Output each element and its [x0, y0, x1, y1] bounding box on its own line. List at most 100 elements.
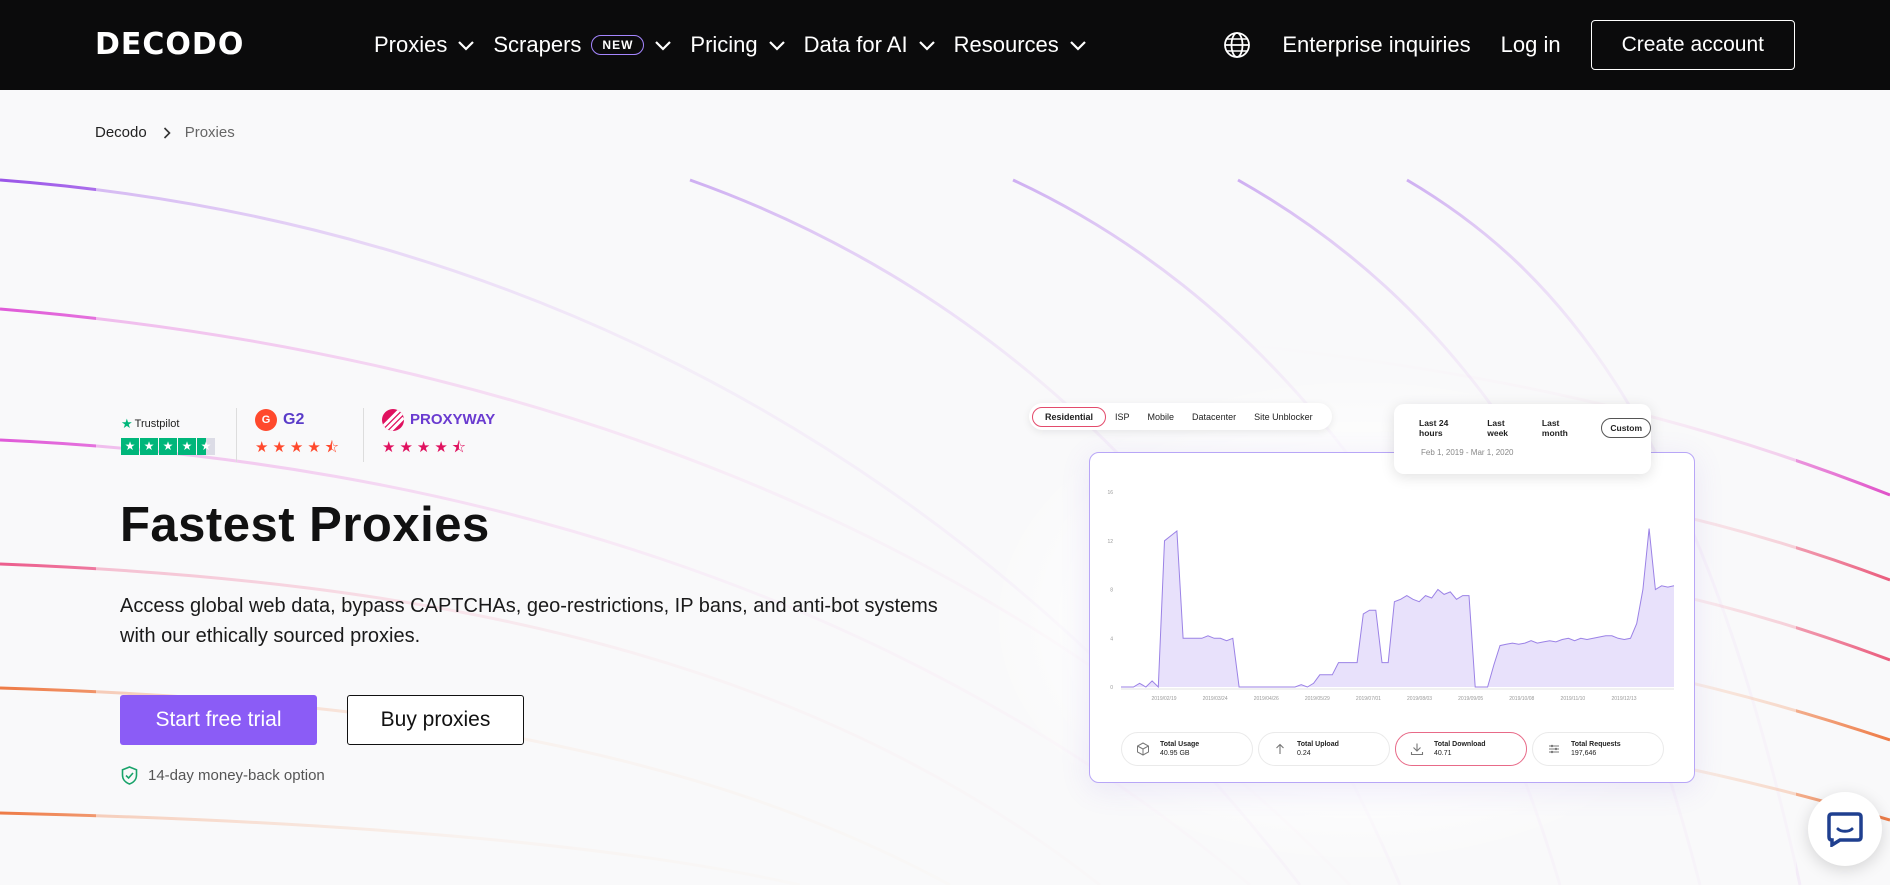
x-tick-label: 2019/09/05 [1458, 696, 1483, 702]
proxyway-stars: ★★★★⯪ [382, 438, 470, 456]
usage-area [1121, 528, 1674, 687]
shield-check-icon [121, 766, 138, 785]
main-menu: Proxies Scrapers NEW Pricing Data for AI… [374, 0, 1105, 90]
stat-total-requests[interactable]: Total Requests 197,646 [1532, 732, 1664, 766]
stat-total-usage[interactable]: Total Usage 40.95 GB [1121, 732, 1253, 766]
tab-mobile[interactable]: Mobile [1139, 407, 1184, 427]
menu-pricing[interactable]: Pricing [690, 32, 785, 58]
menu-proxies[interactable]: Proxies [374, 32, 475, 58]
page-title: Fastest Proxies [120, 498, 490, 552]
star-icon: ★ [159, 437, 177, 455]
chevron-right-icon [163, 126, 171, 139]
breadcrumb-current: Proxies [184, 124, 235, 141]
chevron-down-icon [458, 41, 475, 51]
chevron-down-icon [768, 41, 785, 51]
create-account-button[interactable]: Create account [1590, 20, 1795, 70]
y-tick-label: 4 [1110, 636, 1113, 642]
stat-value: 40.95 GB [1160, 750, 1190, 757]
chevron-down-icon [918, 41, 935, 51]
star-icon: ★ [121, 437, 139, 455]
stat-label: Total Usage [1160, 741, 1200, 748]
requests-icon [1549, 744, 1559, 754]
stat-label: Total Upload [1297, 741, 1339, 748]
stat-value: 197,646 [1571, 750, 1597, 757]
range-last-24-hours[interactable]: Last 24 hours [1419, 418, 1470, 438]
y-tick-label: 12 [1107, 539, 1113, 545]
trustpilot-stars: ★ ★ ★ ★ ★ [121, 437, 216, 455]
review-ratings: ★ Trustpilot ★ ★ ★ ★ ★ G G2 ★★★★⯪ PROXYW… [121, 408, 495, 462]
enterprise-inquiries-link[interactable]: Enterprise inquiries [1282, 32, 1470, 58]
x-tick-label: 2019/03/24 [1203, 696, 1228, 702]
buy-proxies-button[interactable]: Buy proxies [347, 695, 524, 745]
y-tick-label: 0 [1110, 685, 1113, 691]
money-back-note: 14-day money-back option [121, 766, 325, 785]
g2-rating[interactable]: G G2 ★★★★⯪ [255, 408, 343, 462]
proxy-type-tabs: Residential ISP Mobile Datacenter Site U… [1029, 403, 1332, 430]
menu-pricing-label: Pricing [690, 32, 758, 57]
y-tick-label: 8 [1110, 588, 1113, 594]
stat-value: 0.24 [1297, 750, 1311, 757]
top-nav: DECODO Proxies Scrapers NEW Pricing Data… [0, 0, 1890, 90]
x-tick-label: 2019/10/08 [1509, 696, 1534, 702]
stat-label: Total Requests [1571, 741, 1621, 748]
stat-total-download[interactable]: Total Download 40.71 [1395, 732, 1527, 766]
menu-resources[interactable]: Resources [954, 32, 1087, 58]
tab-site-unblocker[interactable]: Site Unblocker [1245, 407, 1322, 427]
stat-label: Total Download [1434, 741, 1486, 748]
breadcrumb-home[interactable]: Decodo [95, 124, 147, 141]
login-link[interactable]: Log in [1501, 32, 1561, 58]
download-icon [1410, 743, 1424, 756]
trustpilot-label: Trustpilot [134, 417, 180, 430]
stats-row: Total Usage 40.95 GB Total Upload 0.24 T… [1121, 732, 1669, 766]
menu-data-for-ai[interactable]: Data for AI [804, 32, 936, 58]
range-custom[interactable]: Custom [1601, 418, 1651, 438]
x-tick-label: 2019/04/26 [1254, 696, 1279, 702]
proxyway-logo-icon [382, 408, 404, 431]
range-last-week[interactable]: Last week [1487, 418, 1525, 438]
g2-label: G2 [283, 410, 305, 428]
cube-icon [1137, 742, 1149, 756]
tab-residential[interactable]: Residential [1032, 406, 1107, 427]
nav-actions: Enterprise inquiries Log in Create accou… [1222, 19, 1795, 71]
y-tick-label: 16 [1107, 490, 1113, 496]
chat-widget-button[interactable] [1808, 792, 1882, 866]
usage-chart: 0 4 8 12 16 2019/02/19 2019/03/24 2019/04/26 201… [1107, 490, 1675, 702]
menu-data-for-ai-label: Data for AI [803, 32, 908, 57]
stat-total-upload[interactable]: Total Upload 0.24 [1258, 732, 1390, 766]
date-range-text: Feb 1, 2019 - Mar 1, 2020 [1421, 448, 1514, 457]
chevron-down-icon [655, 41, 672, 51]
new-badge: NEW [591, 35, 645, 55]
x-tick-label: 2019/11/10 [1561, 696, 1586, 702]
divider [236, 408, 237, 462]
decodo-logo[interactable]: DECODO [95, 26, 245, 62]
range-last-month[interactable]: Last month [1542, 418, 1584, 438]
chat-icon [1827, 812, 1863, 847]
trustpilot-rating[interactable]: ★ Trustpilot ★ ★ ★ ★ ★ [121, 416, 216, 455]
menu-proxies-label: Proxies [374, 32, 448, 57]
trustpilot-star-icon: ★ [121, 415, 133, 431]
star-icon: ★ [140, 437, 158, 455]
start-free-trial-button[interactable]: Start free trial [120, 695, 317, 745]
chevron-down-icon [1069, 41, 1086, 51]
logo-text: DECODO [95, 26, 245, 62]
menu-resources-label: Resources [953, 32, 1059, 57]
proxyway-label: PROXYWAY [410, 411, 496, 428]
proxyway-rating[interactable]: PROXYWAY ★★★★⯪ [382, 408, 496, 462]
date-range-card: Last 24 hours Last week Last month Custo… [1394, 404, 1651, 474]
x-tick-label: 2019/07/01 [1356, 696, 1381, 702]
x-tick-label: 2019/08/03 [1407, 696, 1432, 702]
upload-icon [1276, 743, 1284, 754]
menu-scrapers[interactable]: Scrapers NEW [493, 32, 672, 58]
range-selector: Last 24 hours Last week Last month Custo… [1419, 418, 1651, 438]
x-tick-label: 2019/05/29 [1305, 696, 1330, 702]
menu-scrapers-label: Scrapers [493, 32, 582, 57]
half-star-icon: ★ [197, 437, 215, 455]
tab-isp[interactable]: ISP [1106, 407, 1139, 427]
money-back-text: 14-day money-back option [148, 767, 325, 784]
globe-icon[interactable] [1222, 30, 1252, 60]
hero-description: Access global web data, bypass CAPTCHAs,… [120, 595, 938, 647]
divider [363, 408, 364, 462]
stat-value: 40.71 [1434, 750, 1452, 757]
tab-datacenter[interactable]: Datacenter [1183, 407, 1245, 427]
g2-stars: ★★★★⯪ [255, 438, 343, 456]
